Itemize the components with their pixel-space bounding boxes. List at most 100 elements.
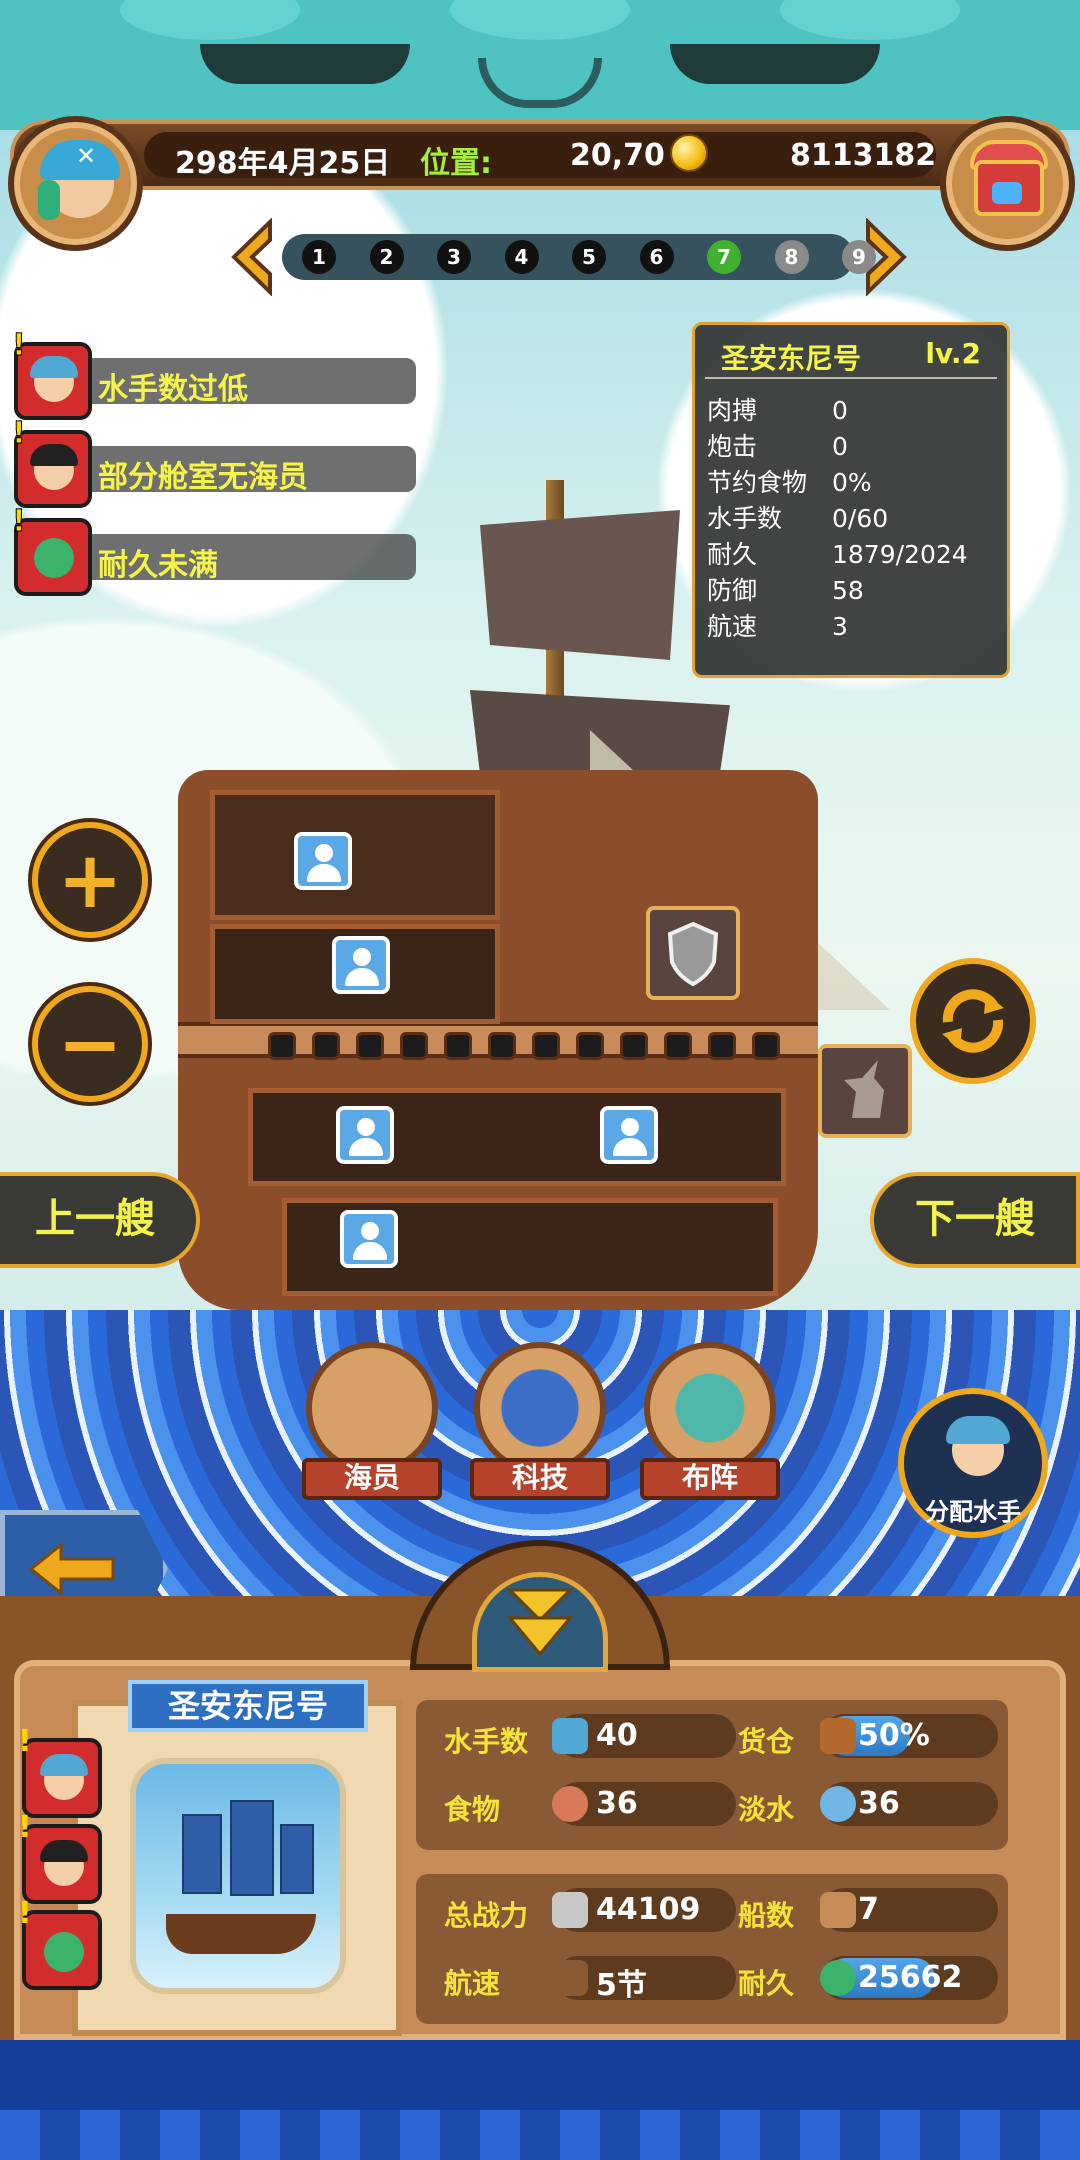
rotate-button[interactable] [910,958,1036,1084]
captain-warning-icon[interactable]: ! [18,1810,102,1904]
cannon-port [444,1032,472,1060]
cannon-port [620,1032,648,1060]
treasure-chest-button[interactable] [940,116,1075,251]
ship-stat-key: 耐久 [707,540,758,569]
sailor-icon [14,342,92,420]
prev-ship-button[interactable]: 上一艘 [0,1172,200,1268]
water-value: 36 [858,1786,900,1821]
crew-slot[interactable] [294,832,352,890]
gold-coin-icon [670,134,708,172]
repair-warning-icon[interactable]: ! [18,1896,102,1990]
menu-label: 科技 [470,1458,610,1500]
figurehead-slot[interactable] [818,1044,912,1138]
alert-label: 耐久未满 [98,548,218,583]
bandana-icon [946,1416,1010,1444]
formation-icon [644,1342,776,1474]
tech-menu-button[interactable]: 科技 [470,1342,610,1500]
pager-dot[interactable]: 4 [504,240,539,274]
pager-dot[interactable]: 3 [437,240,471,274]
sailors-label: 水手数 [444,1725,529,1758]
water-label: 淡水 [738,1793,795,1826]
pager-dot[interactable]: 1 [302,240,336,274]
sailors-value: 40 [596,1718,638,1753]
crew-menu-button[interactable]: 海员 [302,1342,442,1500]
ship-stat-row: 水手数 0/60 [707,499,997,535]
ship-stat-value: 0/60 [832,504,889,533]
gold-amount: 8113182 [790,138,937,173]
zoom-out-button[interactable]: − [32,986,148,1102]
alert-label: 部分舱室无海员 [98,460,308,495]
ships-value: 7 [858,1892,879,1927]
ship-stat-row: 航速 3 [707,607,997,643]
banner-decoration [780,0,960,40]
assign-sailors-button[interactable]: 分配水手 [898,1388,1048,1538]
zoom-in-button[interactable]: + [32,822,148,938]
ship-stat-value: 0% [832,468,872,497]
food-label: 食物 [444,1793,501,1826]
pager-dot[interactable]: 7 [707,240,741,274]
ship-icon [820,1892,856,1928]
ship-sail [480,510,680,660]
pirate-captain-icon [14,430,92,508]
ship-info-panel: 圣安东尼号 lv.2 肉搏 0 炮击 0 节约食物 0% 水手数 0/60 耐久 1879/202… [692,322,1010,678]
captain-icon [306,1342,438,1474]
gun-deck-room [248,1088,786,1186]
power-label: 总战力 [444,1899,529,1932]
alert-durability[interactable]: ! 耐久未满 [12,504,416,596]
next-ship-button[interactable]: 下一艘 [870,1172,1080,1268]
sailor-warning-icon[interactable]: ! [18,1724,102,1818]
cannon-port [708,1032,736,1060]
banner-decoration [120,0,300,40]
power-value: 44109 [596,1892,701,1927]
pager-dot[interactable]: 2 [369,240,404,274]
alert-low-sailors[interactable]: ! 水手数过低 [12,328,416,420]
banner-eye [670,44,880,84]
durability-value: 25662 [858,1960,963,1995]
ship-stat-value: 58 [832,576,864,605]
ship-portrait[interactable] [130,1758,346,1994]
repair-icon [820,1960,856,1996]
ship-stat-key: 水手数 [707,504,783,533]
top-banner [0,0,1080,130]
cannon-port [576,1032,604,1060]
pager-dot[interactable]: 8 [774,240,809,274]
ship-stat-row: 肉搏 0 [707,391,997,427]
pager-dot[interactable]: 5 [572,240,606,274]
alert-label: 水手数过低 [98,372,248,407]
plus-icon: + [57,836,123,926]
crew-slot[interactable] [336,1106,394,1164]
formation-menu-button[interactable]: 布阵 [640,1342,780,1500]
player-avatar[interactable]: ✕ [8,116,143,251]
pager-prev-arrow[interactable] [226,217,278,297]
sea-background [0,2110,1080,2160]
sailor-icon [552,1718,588,1754]
ship-pager [282,234,854,280]
ship-stat-value: 0 [832,432,848,461]
ship-stat-row: 防御 58 [707,571,997,607]
warning-icon: ! [12,416,27,452]
game-date: 298年4月25日 [175,146,391,181]
crew-slot[interactable] [600,1106,658,1164]
warning-icon: ! [12,328,27,364]
menu-label: 布阵 [640,1458,780,1500]
book-icon [474,1342,606,1474]
banner-eye [200,44,410,84]
cannon-port [400,1032,428,1060]
pager-next-arrow[interactable] [860,217,912,297]
crew-slot[interactable] [340,1210,398,1268]
cannon-port [356,1032,384,1060]
crew-slot[interactable] [332,936,390,994]
cannon-port [752,1032,780,1060]
alert-empty-cabins[interactable]: ! 部分舱室无海员 [12,416,416,508]
shield-slot[interactable] [646,906,740,1000]
cannon-row [268,1022,788,1078]
cannon-port [532,1032,560,1060]
unicorn-icon [844,1060,884,1118]
cannon-port [312,1032,340,1060]
ship-repair-icon [14,518,92,596]
durability-label: 耐久 [738,1967,795,2000]
crate-icon [820,1718,856,1754]
pager-dot[interactable]: 6 [639,240,674,274]
crossed-swords-icon [552,1892,588,1928]
chevron-down-icon [506,1588,574,1657]
